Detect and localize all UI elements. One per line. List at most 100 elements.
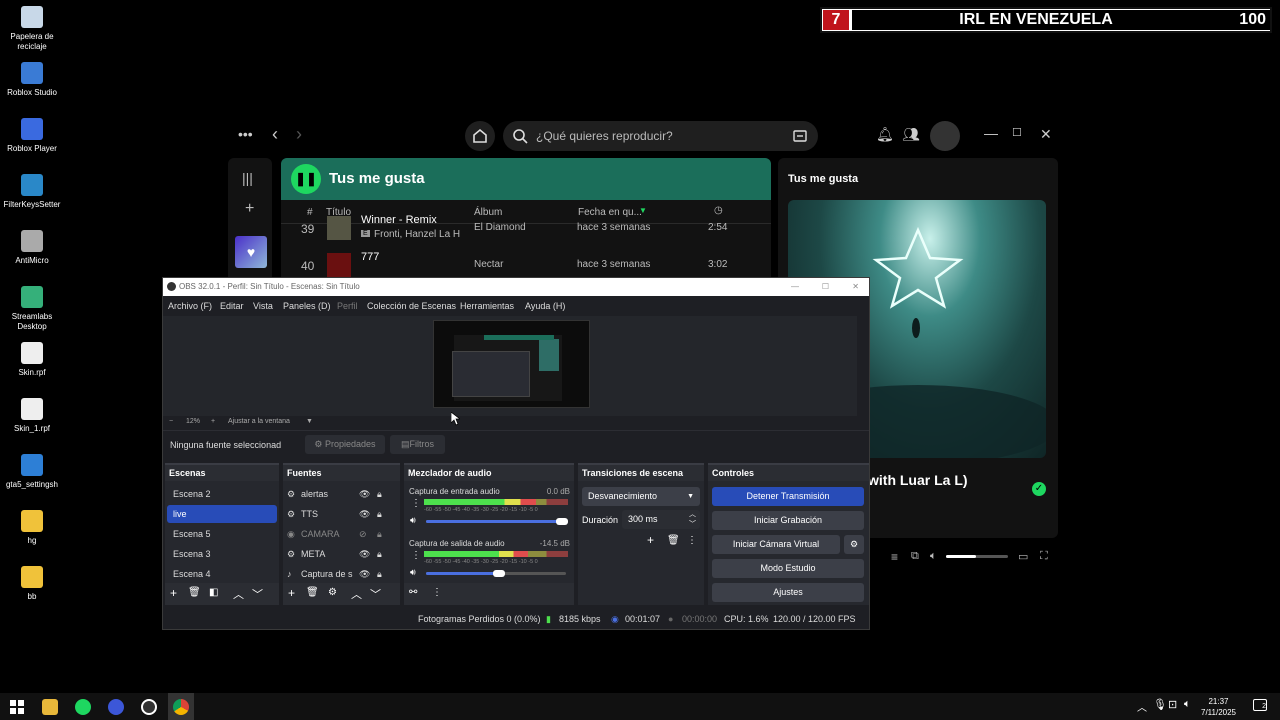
- obs-preview-area[interactable]: [163, 316, 857, 416]
- desktop-icon[interactable]: Streamlabs Desktop: [2, 286, 62, 332]
- scene-item[interactable]: live: [167, 505, 277, 523]
- chrome-icon[interactable]: [173, 699, 189, 715]
- obs-icon[interactable]: [141, 699, 157, 715]
- scene-filter-icon[interactable]: ◧: [209, 587, 218, 598]
- lock-icon[interactable]: 🔒︎: [377, 525, 382, 543]
- source-item[interactable]: ⚙ META 👁︎ 🔒︎: [285, 545, 397, 563]
- lock-icon[interactable]: 🔒︎: [377, 545, 382, 563]
- spin-down-icon[interactable]: ﹀: [689, 515, 696, 534]
- settings-button[interactable]: Ajustes: [712, 583, 864, 602]
- windows-start-icon[interactable]: [9, 699, 25, 715]
- transition-select[interactable]: Desvanecimiento ▼: [582, 487, 700, 506]
- volume-slider[interactable]: [946, 555, 1008, 558]
- channel-menu-icon[interactable]: ⋮: [411, 498, 421, 509]
- speaker-icon[interactable]: 🔈︎: [1184, 698, 1191, 711]
- pause-button[interactable]: ❚❚: [291, 164, 321, 194]
- obs-minimize-icon[interactable]: —: [791, 278, 799, 296]
- desktop-icon[interactable]: Roblox Studio: [2, 62, 62, 98]
- scene-item[interactable]: Escena 2: [167, 485, 277, 503]
- zoom-out-button[interactable]: −: [169, 418, 173, 425]
- visibility-icon[interactable]: 👁︎: [359, 505, 370, 523]
- miniplayer-icon[interactable]: ▭: [1018, 550, 1028, 563]
- menu-item[interactable]: Paneles (D): [283, 301, 331, 311]
- source-settings-icon[interactable]: ⚙: [328, 587, 337, 598]
- filters-button[interactable]: ▤Filtros: [390, 435, 445, 454]
- avatar[interactable]: [930, 121, 960, 151]
- maximize-icon[interactable]: ☐: [1012, 126, 1022, 139]
- file-explorer-icon[interactable]: [42, 699, 58, 715]
- start-virtual-camera-button[interactable]: Iniciar Cámara Virtual: [712, 535, 840, 554]
- menu-item[interactable]: Ayuda (H): [525, 301, 565, 311]
- desktop-icon[interactable]: AntiMicro: [2, 230, 62, 266]
- stop-stream-button[interactable]: Detener Transmisión: [712, 487, 864, 506]
- source-item[interactable]: ⚙ TTS 👁︎ 🔒︎: [285, 505, 397, 523]
- menu-item[interactable]: Perfil: [337, 301, 358, 311]
- volume-knob[interactable]: [493, 570, 505, 577]
- visibility-icon[interactable]: 👁︎: [359, 545, 370, 563]
- remove-scene-icon[interactable]: 🗑︎: [188, 587, 201, 598]
- menu-item[interactable]: Archivo (F): [168, 301, 212, 311]
- menu-item[interactable]: Herramientas: [460, 301, 514, 311]
- saved-check-icon[interactable]: ✓: [1032, 482, 1046, 496]
- friends-icon[interactable]: 👥︎: [902, 126, 920, 143]
- menu-item[interactable]: Vista: [253, 301, 273, 311]
- fullscreen-icon[interactable]: ⛶: [1040, 550, 1048, 563]
- more-icon[interactable]: •••: [238, 126, 253, 142]
- spotify-icon[interactable]: [75, 699, 91, 715]
- track-title[interactable]: Winner - Remix: [361, 214, 437, 226]
- move-down-icon[interactable]: ﹀: [252, 586, 263, 602]
- speaker-icon[interactable]: 🔊︎: [410, 515, 416, 526]
- remove-source-icon[interactable]: 🗑︎: [306, 587, 319, 598]
- close-icon[interactable]: ✕: [1040, 126, 1052, 143]
- menu-item[interactable]: Colección de Escenas: [367, 301, 456, 311]
- desktop-icon[interactable]: gta5_settingsh: [2, 454, 62, 490]
- notifications-icon[interactable]: 2: [1253, 699, 1267, 711]
- studio-mode-button[interactable]: Modo Estudio: [712, 559, 864, 578]
- properties-button[interactable]: ⚙ Propiedades: [305, 435, 385, 454]
- desktop-icon[interactable]: FilterKeysSetter: [2, 174, 62, 210]
- liked-songs-icon[interactable]: ♥: [235, 236, 267, 268]
- start-recording-button[interactable]: Iniciar Grabación: [712, 511, 864, 530]
- discord-icon[interactable]: [108, 699, 124, 715]
- obs-maximize-icon[interactable]: ☐: [822, 278, 829, 296]
- scene-item[interactable]: Escena 4: [167, 565, 277, 583]
- channel-menu-icon[interactable]: ⋮: [411, 550, 421, 561]
- source-down-icon[interactable]: ﹀: [370, 586, 381, 602]
- obs-close-icon[interactable]: ✕: [852, 278, 859, 296]
- search-bar[interactable]: ¿Qué quieres reproducir?: [503, 121, 818, 151]
- chevron-down-icon[interactable]: ▼: [306, 418, 313, 425]
- desktop-icon[interactable]: bb: [2, 566, 62, 602]
- source-item[interactable]: ♪ Captura de s 👁︎ 🔒︎: [285, 565, 397, 583]
- desktop-icon[interactable]: Papelera de reciclaje: [2, 6, 62, 52]
- lock-icon[interactable]: 🔒︎: [377, 485, 382, 503]
- search-input[interactable]: ¿Qué quieres reproducir?: [536, 129, 673, 143]
- chevron-up-icon[interactable]: ︿: [1137, 699, 1147, 714]
- device-icon[interactable]: ⧉: [911, 550, 919, 563]
- zoom-fit-select[interactable]: Ajustar a la ventana: [228, 418, 290, 425]
- source-item[interactable]: ⚙ alertas 👁︎ 🔒︎: [285, 485, 397, 503]
- desktop-icon[interactable]: Skin_1.rpf: [2, 398, 62, 434]
- virtual-camera-settings-button[interactable]: ⚙: [844, 535, 864, 554]
- lock-icon[interactable]: 🔒︎: [377, 505, 382, 523]
- transition-menu-icon[interactable]: ⋮: [687, 535, 697, 546]
- speaker-icon[interactable]: 🔊︎: [410, 567, 416, 578]
- source-up-icon[interactable]: ︿: [351, 586, 362, 602]
- menu-item[interactable]: Editar: [220, 301, 244, 311]
- browse-icon[interactable]: [792, 128, 808, 144]
- back-icon[interactable]: ‹: [272, 124, 278, 145]
- volume-knob[interactable]: [556, 518, 568, 525]
- track-title[interactable]: 777: [361, 251, 379, 263]
- network-icon[interactable]: ⊡: [1168, 698, 1177, 711]
- add-source-icon[interactable]: +: [288, 586, 295, 600]
- mixer-menu-icon[interactable]: ⋮: [432, 587, 442, 598]
- add-transition-icon[interactable]: +: [647, 533, 654, 547]
- track-album[interactable]: Nectar: [474, 259, 503, 270]
- add-scene-icon[interactable]: +: [170, 586, 177, 600]
- forward-icon[interactable]: ›: [296, 124, 302, 145]
- scene-item[interactable]: Escena 5: [167, 525, 277, 543]
- track-row[interactable]: 39 Winner - Remix E Fronti, Hanzel La H El D…: [281, 212, 771, 246]
- visibility-icon[interactable]: ⊘: [359, 525, 367, 543]
- queue-icon[interactable]: ≡: [891, 550, 898, 564]
- source-item[interactable]: ◉ CAMARA ⊘ 🔒︎: [285, 525, 397, 543]
- advanced-audio-icon[interactable]: ⚯: [409, 587, 417, 598]
